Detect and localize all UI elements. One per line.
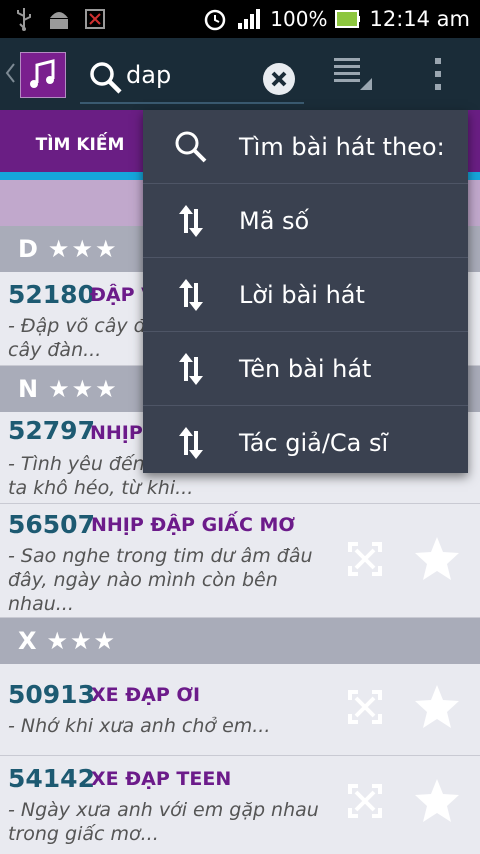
- song-code: 52180: [8, 280, 95, 309]
- signal-icon: [238, 9, 261, 29]
- section-rating: ★★★: [48, 375, 119, 403]
- favorite-star-icon[interactable]: [412, 534, 462, 584]
- menu-item-code[interactable]: Mã số: [143, 184, 468, 258]
- app-logo[interactable]: [20, 52, 66, 98]
- search-box[interactable]: [80, 50, 304, 104]
- favorite-star-icon[interactable]: [412, 776, 462, 826]
- android-debug-icon: [50, 12, 68, 29]
- song-lyric-line: ta khô héo, từ khi...: [8, 477, 194, 499]
- section-letter: X: [18, 627, 37, 655]
- back-chevron-icon[interactable]: [4, 62, 16, 84]
- search-icon: [90, 62, 122, 94]
- section-letter: N: [18, 375, 39, 403]
- battery-icon: [335, 10, 361, 28]
- usb-icon: [17, 8, 31, 31]
- alarm-icon: [205, 9, 226, 31]
- song-code: 50913: [8, 680, 95, 709]
- section-header-x: X ★★★: [0, 618, 480, 664]
- song-lyric-line: trong giấc mơ...: [8, 823, 159, 845]
- song-row[interactable]: 50913 XE ĐẠP ƠI - Nhớ khi xưa anh chở em…: [0, 664, 480, 756]
- song-lyric-line: - Sao nghe trong tim dư âm đâu: [8, 545, 313, 567]
- menu-header-search-by: Tìm bài hát theo:: [143, 110, 468, 184]
- menu-label: Mã số: [239, 206, 310, 235]
- shuffle-icon[interactable]: [346, 688, 384, 726]
- song-lyric-line: - Nhớ khi xưa anh chở em...: [8, 715, 271, 737]
- section-rating: ★★★: [46, 627, 118, 655]
- song-code: 52797: [8, 416, 95, 445]
- search-icon: [175, 131, 207, 162]
- search-by-menu: Tìm bài hát theo: Mã số Lời bài hát Tên …: [143, 110, 468, 473]
- menu-item-lyrics[interactable]: Lời bài hát: [143, 258, 468, 332]
- favorite-star-icon[interactable]: [412, 682, 462, 732]
- shuffle-icon[interactable]: [346, 782, 384, 820]
- menu-label: Tìm bài hát theo:: [239, 132, 445, 161]
- status-bar: 100% 12:14 am: [0, 0, 480, 38]
- song-lyric-line: - Ngày xưa anh với em gặp nhau: [8, 799, 319, 821]
- clock: 12:14 am: [369, 7, 470, 31]
- song-title: NHỊP: [90, 422, 143, 444]
- menu-item-artist[interactable]: Tác giả/Ca sĩ: [143, 406, 468, 479]
- song-lyric-line: đây, ngày nào mình còn bên: [8, 569, 278, 591]
- sim-icon: [85, 9, 105, 29]
- sort-icon: [179, 426, 203, 459]
- section-rating: ★★★: [47, 235, 119, 263]
- sort-icon: [179, 278, 203, 311]
- song-lyric-line: nhau...: [8, 593, 74, 615]
- menu-label: Tác giả/Ca sĩ: [239, 428, 389, 457]
- song-title: XE ĐẠP ƠI: [91, 684, 201, 706]
- song-code: 56507: [8, 510, 95, 539]
- song-row[interactable]: 54142 XE ĐẠP TEEN - Ngày xưa anh với em …: [0, 756, 480, 854]
- menu-label: Tên bài hát: [239, 354, 372, 383]
- clear-search-icon[interactable]: [262, 62, 296, 96]
- music-note-icon: [30, 59, 55, 88]
- battery-percent: 100%: [270, 7, 328, 31]
- menu-label: Lời bài hát: [239, 280, 365, 309]
- song-code: 54142: [8, 764, 95, 793]
- song-title: XE ĐẠP TEEN: [91, 768, 232, 790]
- menu-item-title[interactable]: Tên bài hát: [143, 332, 468, 406]
- tab-search[interactable]: TÌM KIẾM: [0, 110, 160, 180]
- song-row[interactable]: 56507 NHỊP ĐẬP GIẤC MƠ - Sao nghe trong …: [0, 504, 480, 618]
- sort-icon: [179, 204, 203, 237]
- section-letter: D: [18, 235, 38, 263]
- shuffle-icon[interactable]: [346, 540, 384, 578]
- search-input[interactable]: [126, 58, 256, 92]
- sort-icon: [179, 352, 203, 385]
- song-title: NHỊP ĐẬP GIẤC MƠ: [91, 514, 296, 536]
- search-mode-icon[interactable]: [334, 56, 374, 92]
- overflow-menu-icon[interactable]: [432, 56, 444, 92]
